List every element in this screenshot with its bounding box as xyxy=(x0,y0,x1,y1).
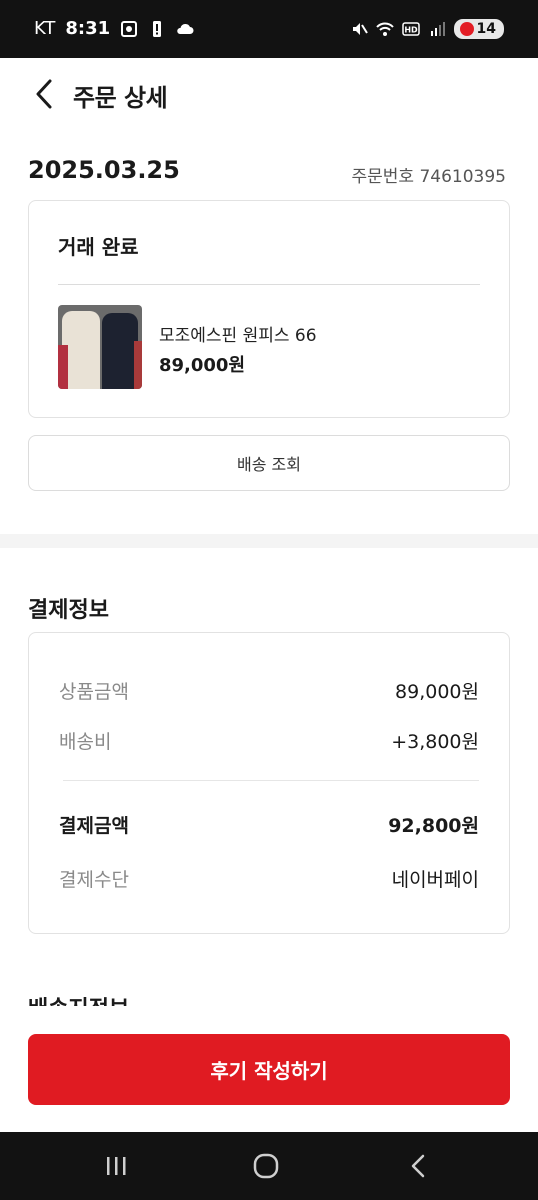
svg-text:HD: HD xyxy=(404,26,418,35)
back-icon xyxy=(411,1154,425,1178)
order-number: 주문번호 74610395 xyxy=(351,167,507,187)
recent-apps-icon xyxy=(107,1157,126,1175)
payment-value: 92,800원 xyxy=(388,814,479,837)
section-divider xyxy=(0,534,538,548)
clock: 8:31 xyxy=(65,18,111,39)
payment-label: 상품금액 xyxy=(59,680,129,703)
cloud-icon xyxy=(177,23,194,34)
signal-icon xyxy=(430,22,445,36)
wifi-icon xyxy=(375,22,394,36)
payment-label: 결제수단 xyxy=(59,868,129,891)
divider xyxy=(58,284,480,285)
payment-value: 네이버페이 xyxy=(391,868,479,891)
payment-row-total: 결제금액 92,800원 xyxy=(59,809,479,839)
recent-apps-button[interactable] xyxy=(96,1150,136,1182)
battery-charging-icon xyxy=(459,22,474,36)
payment-card: 상품금액 89,000원 배송비 +3,800원 결제금액 92,800원 결제… xyxy=(28,632,510,934)
home-icon xyxy=(253,1153,279,1179)
payment-row-shipping: 배송비 +3,800원 xyxy=(59,725,479,755)
payment-label: 배송비 xyxy=(59,730,112,753)
product-thumbnail[interactable] xyxy=(58,305,142,389)
product-price: 89,000원 xyxy=(159,355,246,376)
home-button[interactable] xyxy=(246,1150,286,1182)
screenshot-icon xyxy=(121,20,138,37)
payment-row-product-amount: 상품금액 89,000원 xyxy=(59,675,479,705)
divider xyxy=(63,780,479,781)
system-back-button[interactable] xyxy=(398,1150,438,1182)
order-status: 거래 완료 xyxy=(58,235,139,259)
status-bar: KT 8:31 HD 14 xyxy=(0,0,538,58)
hd-icon: HD xyxy=(401,22,420,36)
order-card: 거래 완료 모조에스핀 원피스 66 89,000원 xyxy=(28,200,510,418)
chevron-left-icon xyxy=(36,79,52,109)
carrier-label: KT xyxy=(34,18,56,39)
payment-value: 89,000원 xyxy=(395,680,479,703)
write-review-button[interactable]: 후기 작성하기 xyxy=(28,1034,510,1105)
app-header: 주문 상세 xyxy=(0,58,538,130)
payment-label: 결제금액 xyxy=(59,814,129,837)
status-bar-left: KT 8:31 xyxy=(34,18,194,39)
mute-icon xyxy=(352,23,368,35)
payment-section-title: 결제정보 xyxy=(28,598,109,623)
payment-value: +3,800원 xyxy=(391,730,479,753)
track-delivery-button[interactable]: 배송 조회 xyxy=(28,435,510,491)
battery-level: 14 xyxy=(476,21,496,37)
status-bar-right: HD 14 xyxy=(350,19,504,39)
battery-indicator: 14 xyxy=(453,19,504,39)
order-date: 2025.03.25 xyxy=(28,156,180,184)
back-button[interactable] xyxy=(26,74,62,114)
page-title: 주문 상세 xyxy=(73,84,168,112)
system-navigation-bar xyxy=(0,1132,538,1200)
product-name[interactable]: 모조에스핀 원피스 66 xyxy=(159,321,317,346)
payment-row-method: 결제수단 네이버페이 xyxy=(59,863,479,893)
alert-icon xyxy=(153,20,162,37)
